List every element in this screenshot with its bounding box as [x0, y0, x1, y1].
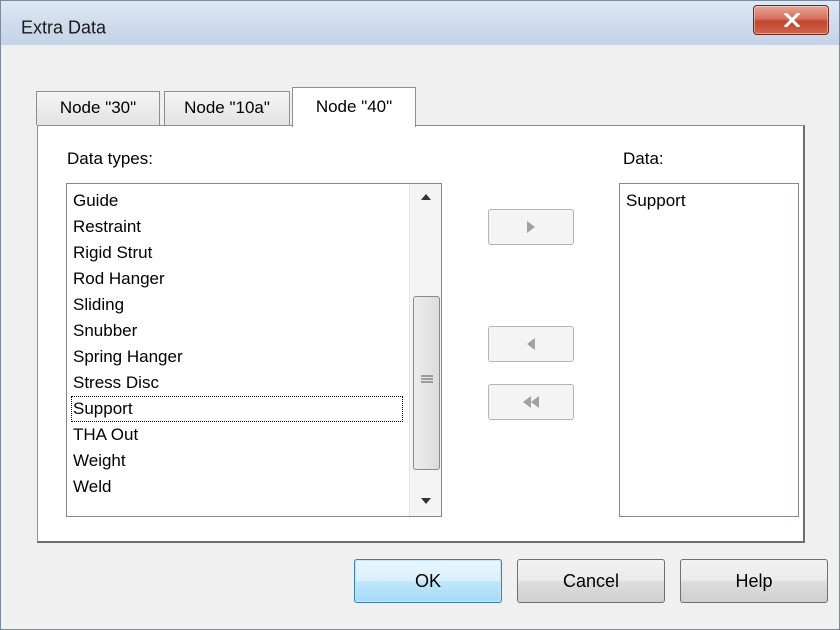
- data-types-label: Data types:: [67, 149, 153, 168]
- data-label: Data:: [623, 149, 664, 168]
- remove-button[interactable]: [488, 326, 574, 362]
- list-item[interactable]: Stress Disc: [71, 370, 159, 396]
- tab-label: Node "30": [59, 98, 137, 117]
- scroll-up-button[interactable]: [410, 184, 442, 212]
- add-button[interactable]: [488, 209, 574, 245]
- list-item[interactable]: Support: [71, 396, 403, 422]
- grip-icon: [421, 375, 433, 383]
- data-list[interactable]: Support: [619, 183, 799, 517]
- list-item[interactable]: Rod Hanger: [71, 266, 165, 292]
- list-item[interactable]: Support: [624, 188, 686, 214]
- list-item[interactable]: Weld: [71, 474, 111, 500]
- double-arrow-left-icon: [523, 396, 539, 408]
- list-item[interactable]: Sliding: [71, 292, 124, 318]
- help-button[interactable]: Help: [680, 559, 828, 603]
- extra-data-dialog: Extra Data Node "30" Node "10a" Node "40…: [0, 0, 840, 630]
- close-icon: [784, 13, 800, 27]
- tab-node-30[interactable]: Node "30": [36, 91, 160, 125]
- close-button[interactable]: [753, 5, 829, 35]
- chevron-down-icon: [421, 498, 431, 504]
- list-item[interactable]: Rigid Strut: [71, 240, 152, 266]
- chevron-up-icon: [421, 194, 431, 200]
- tab-label: Node "40": [315, 97, 393, 116]
- list-item[interactable]: Snubber: [71, 318, 137, 344]
- tab-label: Node "10a": [184, 98, 270, 117]
- arrow-left-icon: [527, 338, 535, 350]
- cancel-button[interactable]: Cancel: [517, 559, 665, 603]
- list-item[interactable]: Guide: [71, 188, 118, 214]
- remove-all-button[interactable]: [488, 384, 574, 420]
- title-bar[interactable]: Extra Data: [1, 1, 839, 45]
- scroll-thumb[interactable]: [413, 296, 440, 470]
- scroll-down-button[interactable]: [410, 488, 442, 516]
- arrow-right-icon: [527, 221, 535, 233]
- list-item[interactable]: Restraint: [71, 214, 141, 240]
- tab-node-40[interactable]: Node "40": [292, 87, 416, 127]
- list-item[interactable]: THA Out: [71, 422, 138, 448]
- data-types-scrollbar[interactable]: [409, 184, 441, 516]
- data-types-list[interactable]: Guide Restraint Rigid Strut Rod Hanger Slidi…: [66, 183, 442, 517]
- tab-node-10a[interactable]: Node "10a": [164, 91, 290, 125]
- ok-button[interactable]: OK: [354, 559, 502, 603]
- list-item[interactable]: Weight: [71, 448, 126, 474]
- window-title: Extra Data: [21, 17, 107, 38]
- list-item[interactable]: Spring Hanger: [71, 344, 183, 370]
